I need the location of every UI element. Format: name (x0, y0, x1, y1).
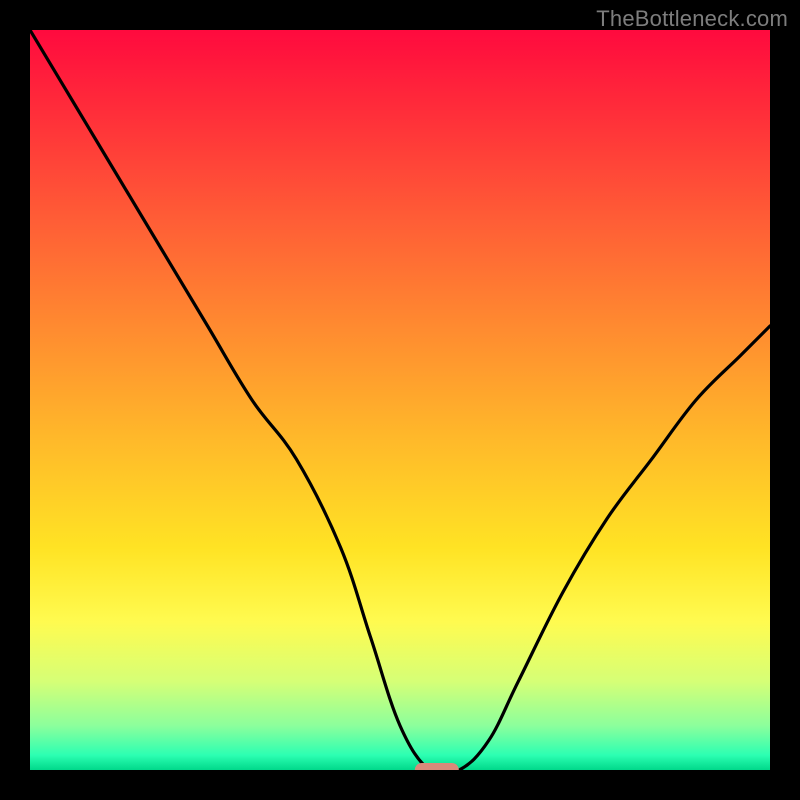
chart-frame: TheBottleneck.com (0, 0, 800, 800)
bottleneck-curve (30, 30, 770, 770)
optimal-point-marker (415, 763, 459, 770)
plot-area (30, 30, 770, 770)
bottleneck-curve-path (30, 30, 770, 770)
watermark-text: TheBottleneck.com (596, 6, 788, 32)
